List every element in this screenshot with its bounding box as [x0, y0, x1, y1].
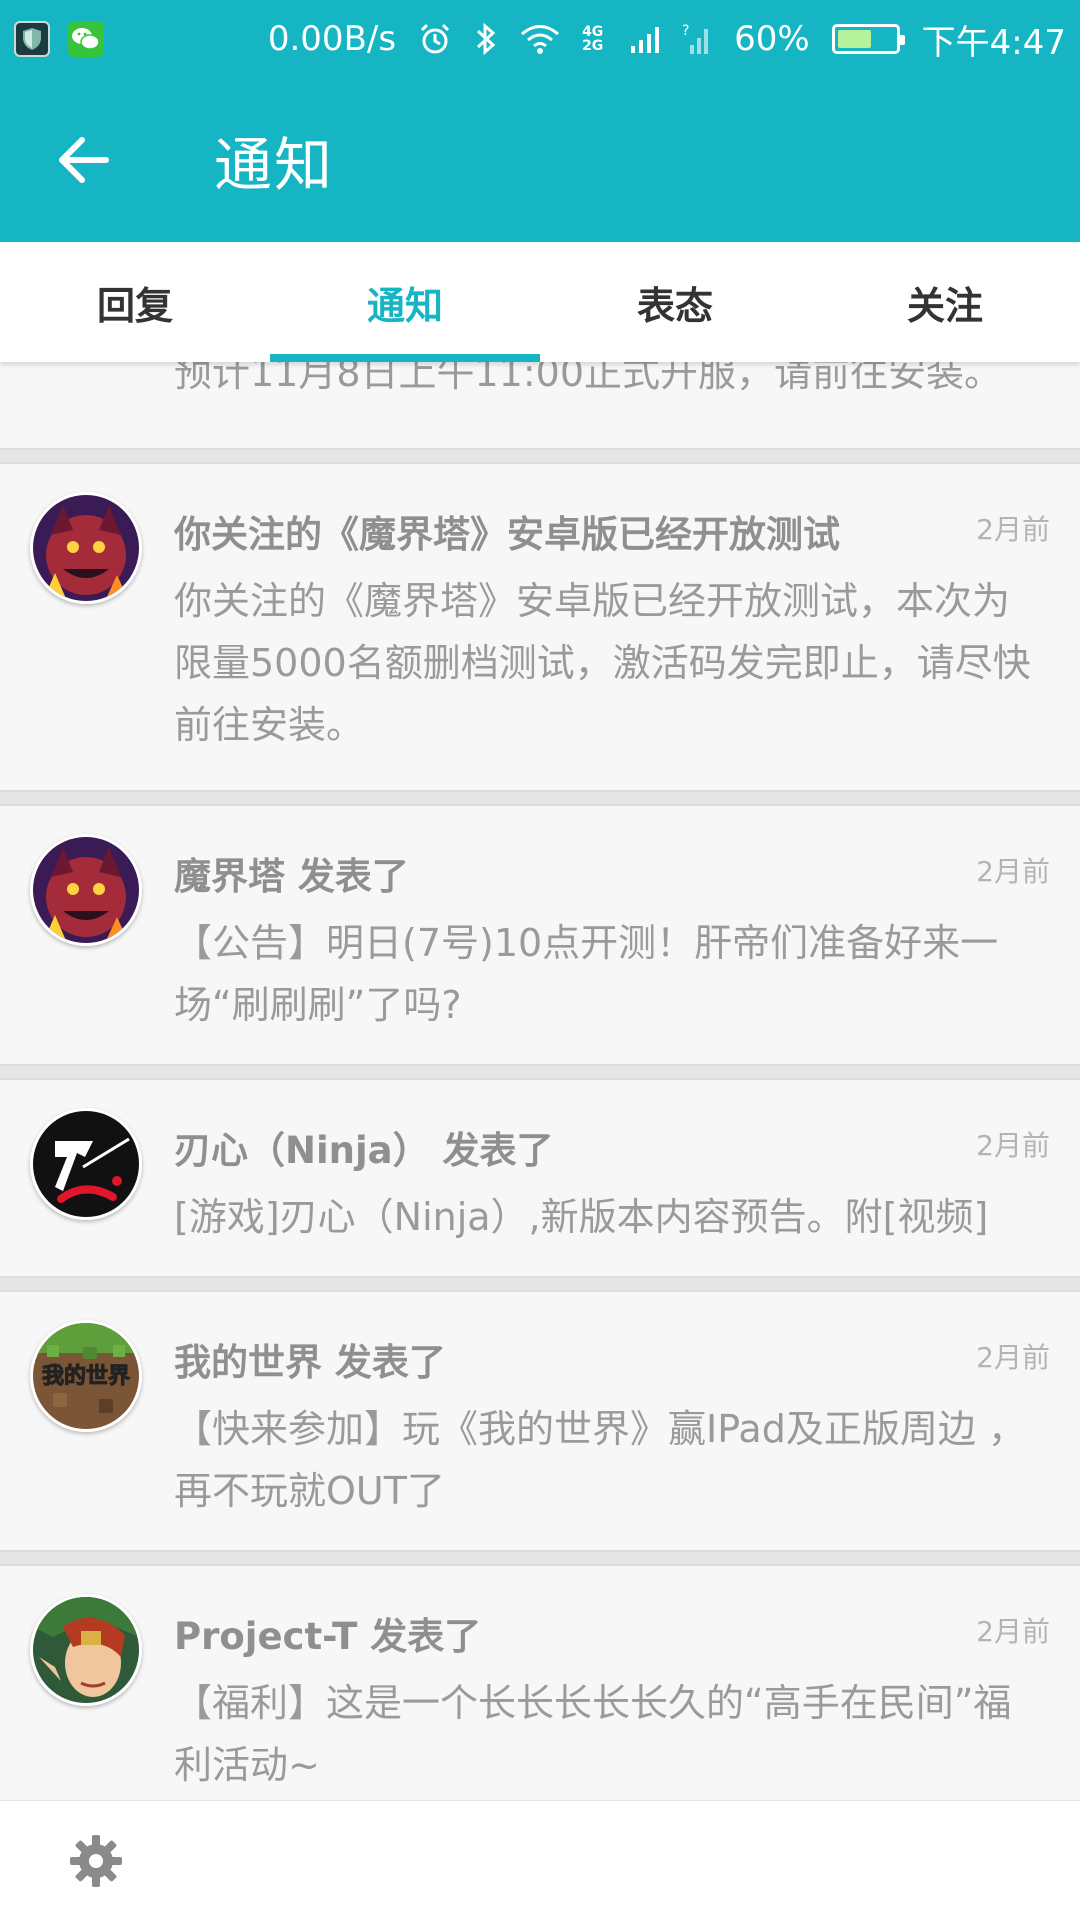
notification-time: 2月前: [976, 855, 1050, 888]
app-bar: 通知: [0, 78, 1080, 242]
notification-body: 你关注的《魔界塔》安卓版已经开放测试，本次为限量5000名额删档测试，激活码发完…: [174, 579, 1031, 747]
notification-time: 2月前: [976, 513, 1050, 546]
battery-level: [837, 30, 872, 48]
signal-weak-icon: ?: [682, 23, 709, 54]
battery-icon: [831, 24, 905, 54]
arrow-left-icon: [59, 137, 109, 183]
notification-time: 2月前: [976, 1615, 1050, 1648]
clock: 下午4:47: [921, 22, 1066, 63]
notification-item[interactable]: 你关注的《魔界塔》安卓版已经开放测试 2月前 你关注的《魔界塔》安卓版已经开放测…: [0, 462, 1080, 792]
notification-item[interactable]: Project-T 发表了 2月前 【福利】这是一个长长长长长久的“高手在民间”…: [0, 1564, 1080, 1800]
wifi-icon: [521, 25, 560, 54]
status-bar: 0.00B/s 4G 2G ? 60% 下午4:47: [0, 0, 1080, 78]
signal-icon: [631, 27, 660, 53]
avatar-ninja[interactable]: [30, 1108, 142, 1220]
page-title: 通知: [214, 131, 335, 199]
avatar-project-t[interactable]: [30, 1594, 142, 1706]
settings-button[interactable]: [46, 1811, 146, 1911]
bluetooth-icon: [477, 22, 496, 56]
notification-title: 刃心（Ninja） 发表了: [174, 1129, 554, 1172]
back-button[interactable]: [24, 100, 144, 220]
notification-body: 【公告】明日(7号)10点开测！肝帝们准备好来一场“刷刷刷”了吗?: [174, 921, 999, 1027]
notification-time: 2月前: [976, 1129, 1050, 1162]
notification-list[interactable]: 预计11月8日上午11:00正式开服，请前往安装。 你关注的《魔界塔》安卓版已经…: [0, 362, 1080, 1800]
tab-notifications[interactable]: 通知: [270, 242, 540, 362]
battery-percent: 60%: [734, 19, 810, 59]
notification-item[interactable]: 刃心（Ninja） 发表了 2月前 [游戏]刃心（Ninja）,新版本内容预告。…: [0, 1078, 1080, 1278]
notification-body: 预计11月8日上午11:00正式开服，请前往安装。: [174, 362, 1003, 395]
tab-following[interactable]: 关注: [810, 242, 1080, 362]
security-app-icon: [14, 21, 50, 57]
notification-item[interactable]: 预计11月8日上午11:00正式开服，请前往安装。: [0, 362, 1080, 450]
signal-label: 4G 2G: [582, 24, 604, 54]
bottom-bar: [0, 1800, 1080, 1920]
notification-item[interactable]: 我的世界 我的世界 发表了 2月前 【快来参加】玩《我的世界》赢IPad及正版周…: [0, 1290, 1080, 1552]
alarm-icon: [421, 23, 450, 54]
notification-time: 2月前: [976, 1341, 1050, 1374]
wechat-icon: [68, 21, 104, 57]
tab-reactions[interactable]: 表态: [540, 242, 810, 362]
tab-replies[interactable]: 回复: [0, 242, 270, 362]
minecraft-logo-text: 我的世界: [42, 1363, 130, 1389]
gear-icon: [70, 1834, 122, 1887]
network-speed: 0.00B/s: [267, 19, 397, 59]
notification-title: 魔界塔 发表了: [174, 855, 409, 898]
notification-body: 【快来参加】玩《我的世界》赢IPad及正版周边 ，再不玩就OUT了: [174, 1407, 1026, 1513]
notification-title: Project-T 发表了: [174, 1615, 482, 1658]
notification-title: 我的世界 发表了: [174, 1341, 446, 1384]
tab-bar: 回复 通知 表态 关注: [0, 242, 1080, 362]
svg-text:?: ?: [682, 23, 689, 39]
notification-body: [游戏]刃心（Ninja）,新版本内容预告。附[视频]: [174, 1195, 989, 1239]
notification-body: 【福利】这是一个长长长长长久的“高手在民间”福利活动~: [174, 1681, 1012, 1787]
avatar-mojieta[interactable]: [30, 492, 142, 604]
avatar-mojieta[interactable]: [30, 834, 142, 946]
avatar-minecraft[interactable]: 我的世界: [30, 1320, 142, 1432]
notification-title: 你关注的《魔界塔》安卓版已经开放测试: [174, 513, 840, 556]
notification-item[interactable]: 魔界塔 发表了 2月前 【公告】明日(7号)10点开测！肝帝们准备好来一场“刷刷…: [0, 804, 1080, 1066]
